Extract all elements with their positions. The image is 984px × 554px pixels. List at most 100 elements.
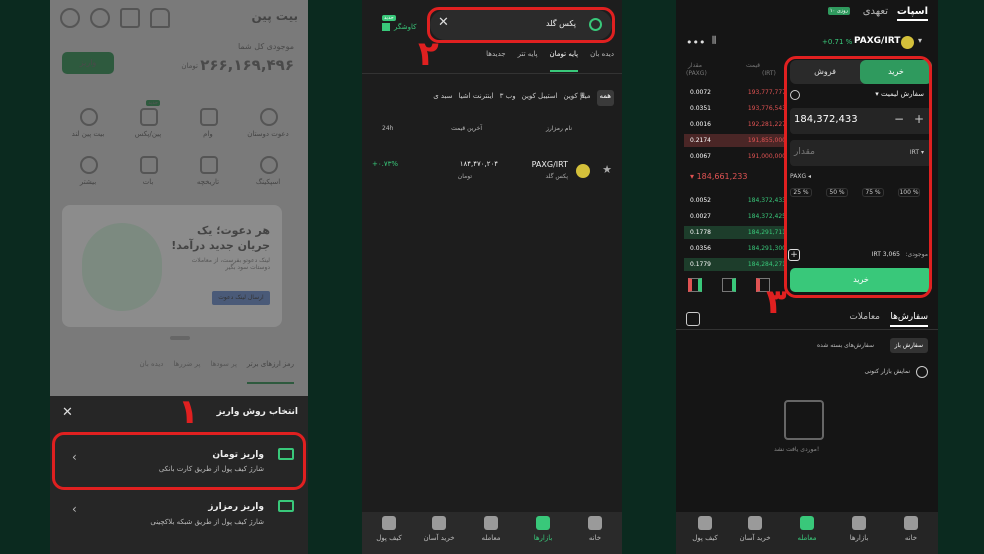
chip-web3[interactable]: وب ۳ xyxy=(500,90,516,106)
nav-easy-buy[interactable]: خرید آسان xyxy=(732,516,778,542)
ask-row[interactable]: 191,000,000 0.0067 xyxy=(684,150,786,163)
coins-icon xyxy=(432,516,446,530)
tab-spot[interactable]: اسپات xyxy=(896,6,928,21)
tab-top-coins[interactable]: رمز ارزهای برتر xyxy=(246,360,294,384)
nav-wallet[interactable]: کیف پول xyxy=(682,516,728,542)
divider xyxy=(676,329,938,330)
view-bids-icon[interactable] xyxy=(722,278,736,292)
wallet-icon xyxy=(382,516,396,530)
paxg-coin-icon xyxy=(576,164,590,178)
margin-badge: ۱۰ روزی xyxy=(827,7,850,15)
tab-toman[interactable]: پایه تومان xyxy=(549,50,579,72)
shortcut-invite[interactable]: دعوت دوستان xyxy=(238,130,298,138)
col-name[interactable]: نام رمزارز xyxy=(546,125,572,132)
step-number-3: ۳ xyxy=(766,282,787,322)
orders-icon[interactable] xyxy=(686,312,700,326)
tab-losers[interactable]: پر ضررها xyxy=(173,360,200,384)
toggle-current-market[interactable] xyxy=(916,366,928,378)
pair-title[interactable]: PAXG/IRT xyxy=(854,36,900,46)
nav-easy-buy[interactable]: خرید آسان xyxy=(416,516,462,542)
ask-price: 191,000,000 xyxy=(747,153,786,160)
chip-all[interactable]: همه xyxy=(596,90,614,106)
nav-markets[interactable]: بازارها xyxy=(836,516,882,542)
support-icon[interactable] xyxy=(90,8,110,28)
filter-open-orders[interactable]: سفارش باز xyxy=(889,338,928,353)
option-crypto-deposit[interactable]: واریز رمزارز شارژ کیف پول از طریق شبکه ب… xyxy=(56,494,302,544)
nav-trade[interactable]: معامله xyxy=(468,516,514,542)
ask-row[interactable]: 192,281,227 0.0016 xyxy=(684,118,786,131)
pax-icon xyxy=(140,108,158,126)
chip-iot[interactable]: اینترنت اشیا xyxy=(459,90,494,106)
bid-price: 184,372,433 xyxy=(747,197,786,204)
more-icon[interactable]: ••• xyxy=(686,36,705,49)
row-name: پکس گلد xyxy=(545,173,568,180)
bars-icon xyxy=(536,516,550,530)
cashback-link[interactable]: کاوشگر xyxy=(394,23,416,31)
bid-row[interactable]: 184,291,711 0.1778 xyxy=(684,226,786,239)
ask-row[interactable]: 193,776,543 0.0351 xyxy=(684,102,786,115)
tab-orders[interactable]: سفارش‌ها xyxy=(890,312,928,327)
ask-amount: 0.2174 xyxy=(690,137,711,144)
nav-home[interactable]: خانه xyxy=(572,516,618,542)
nav-markets[interactable]: بازارها xyxy=(520,516,566,542)
ask-row[interactable]: 193,777,777 0.0072 xyxy=(684,86,786,99)
show-current-label: نمایش بازار کنونی xyxy=(864,368,911,375)
shortcut-pin-pax[interactable]: پین/پکس xyxy=(118,130,178,138)
banner-title: هر دعوت؛ یک جریان جدید درآمد! xyxy=(171,224,270,252)
tab-trades[interactable]: معاملات xyxy=(849,312,880,322)
bid-row[interactable]: 184,372,425 0.0027 xyxy=(684,210,786,223)
close-icon[interactable]: ✕ xyxy=(62,405,73,420)
ask-price: 193,776,543 xyxy=(747,105,786,112)
tab-margin[interactable]: تعهدی xyxy=(863,6,888,17)
tab-new[interactable]: جدیدها xyxy=(486,50,505,72)
nav-easy-buy-label: خرید آسان xyxy=(739,534,771,542)
nav-home[interactable]: خانه xyxy=(888,516,934,542)
bell-icon[interactable] xyxy=(150,8,170,28)
balance-value: ۲۶۶,۱۶۹,۴۹۶ xyxy=(200,56,294,74)
bid-row[interactable]: 184,291,300 0.0356 xyxy=(684,242,786,255)
shortcut-history[interactable]: تاریخچه xyxy=(178,178,238,186)
empty-doc-icon xyxy=(784,400,824,440)
chip-stable[interactable]: استیبل کوین xyxy=(522,90,558,106)
notes-icon[interactable] xyxy=(120,8,140,28)
star-icon[interactable]: ★ xyxy=(602,163,612,176)
view-both-icon[interactable] xyxy=(688,278,702,292)
staking-icon xyxy=(260,156,278,174)
bid-row[interactable]: 184,284,271 0.1779 xyxy=(684,258,786,271)
brand-logo: بیت پین xyxy=(251,9,299,23)
market-row-paxg[interactable]: PAXG/IRT پکس گلد ★ ۱۸۴,۴۷۰,۲۰۴ تومان +۰.… xyxy=(362,150,622,190)
bottom-nav: خانه بازارها معامله خرید آسان کیف پول xyxy=(676,512,938,554)
tab-gainers[interactable]: پر سودها xyxy=(210,360,236,384)
nav-trade[interactable]: معامله xyxy=(784,516,830,542)
filter-closed-orders[interactable]: سفارش‌های بسته شده xyxy=(817,342,874,349)
wallet-icon xyxy=(278,500,294,512)
category-chips: همه میم کوین استیبل کوین وب ۳ اینترنت اش… xyxy=(372,90,614,106)
invite-banner[interactable]: هر دعوت؛ یک جریان جدید درآمد! لینک دعوتو… xyxy=(62,205,282,327)
chip-basket[interactable]: سبد ی xyxy=(433,90,452,106)
tab-tether[interactable]: پایه تتر xyxy=(518,50,538,72)
candle-icon[interactable]: ⫼ xyxy=(712,36,716,46)
tab-watchlist[interactable]: دیده بان xyxy=(590,50,614,72)
deposit-button[interactable]: واریز xyxy=(62,52,114,74)
tab-watchlist[interactable]: دیده بان xyxy=(140,360,164,384)
ask-price: 193,777,777 xyxy=(747,89,786,96)
bid-price: 184,284,271 xyxy=(747,261,786,268)
profile-icon[interactable] xyxy=(60,8,80,28)
highlight-order-form xyxy=(784,56,932,298)
invite-icon xyxy=(260,108,278,126)
shortcut-loan[interactable]: وام xyxy=(178,130,238,138)
divider xyxy=(362,73,622,74)
trade-panel: اسپات تعهدی ۱۰ روزی ••• ⫼ +0.71 % PAXG/I… xyxy=(676,0,938,554)
ask-row[interactable]: 191,855,000 0.2174 xyxy=(684,134,786,147)
shortcut-staking[interactable]: اسپکینگ xyxy=(238,178,298,186)
bid-row[interactable]: 184,372,433 0.0052 xyxy=(684,194,786,207)
send-invite-button[interactable]: ارسال لینک دعوت xyxy=(212,291,270,305)
col-24h[interactable]: 24h xyxy=(382,125,393,132)
col-price[interactable]: آخرین قیمت xyxy=(451,125,482,132)
shortcut-more[interactable]: بیشتر xyxy=(58,178,118,186)
land-icon xyxy=(80,108,98,126)
chip-meme[interactable]: میم کوین xyxy=(564,90,591,106)
shortcut-bot[interactable]: بات xyxy=(118,178,178,186)
shortcut-land[interactable]: بیت پین لند xyxy=(58,130,118,138)
nav-wallet[interactable]: کیف پول xyxy=(366,516,412,542)
